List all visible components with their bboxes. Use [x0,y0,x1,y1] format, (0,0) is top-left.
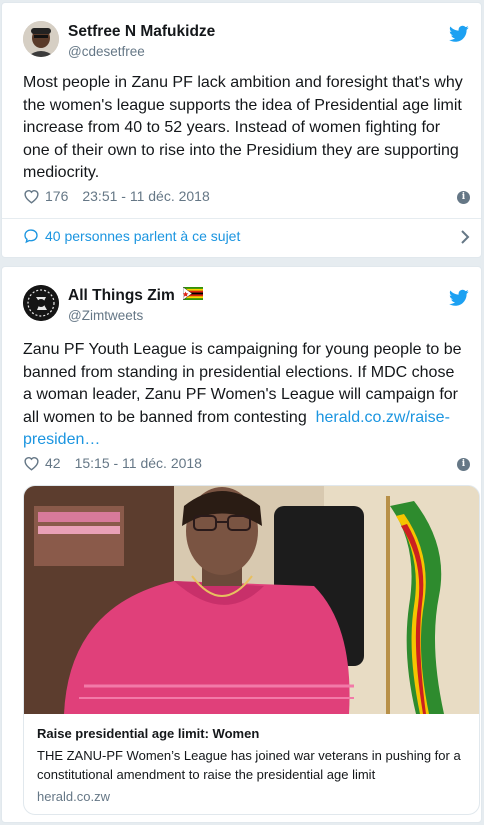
twitter-bird-icon[interactable] [449,25,469,43]
author-name-text[interactable]: All Things Zim [68,287,175,304]
tweet-text: Zanu PF Youth League is campaigning for … [23,339,467,452]
heart-icon[interactable] [23,455,40,471]
like-count[interactable]: 42 [45,455,61,471]
author-handle[interactable]: @Zimtweets [68,308,143,323]
timestamp[interactable]: 23:51 - 11 déc. 2018 [82,188,209,204]
tweet-card-2[interactable]: All Things Zim @Zimtweets Zanu PF Youth … [1,266,482,823]
avatar[interactable] [23,285,59,321]
info-icon[interactable]: i [457,191,470,204]
card-description: THE ZANU-PF Women’s League has joined wa… [37,748,461,782]
chevron-right-icon[interactable] [459,229,471,245]
card-image[interactable] [24,486,480,714]
avatar[interactable] [23,21,59,57]
card-domain[interactable]: herald.co.zw [37,789,110,804]
info-icon[interactable]: i [457,458,470,471]
conversation-link[interactable]: 40 personnes parlent à ce sujet [23,228,240,244]
link-preview-card[interactable]: Raise presidential age limit: Women THE … [23,485,480,815]
chat-bubble-icon [24,229,38,244]
author-name[interactable]: All Things Zim [68,287,204,305]
author-handle[interactable]: @cdesetfree [68,44,145,59]
card-title[interactable]: Raise presidential age limit: Women [37,726,259,741]
heart-icon[interactable] [23,188,40,204]
author-name[interactable]: Setfree N Mafukidze [68,23,215,41]
tweet-meta: 42 15:15 - 11 déc. 2018 [23,455,202,471]
zimbabwe-flag-icon [183,287,204,301]
divider [2,218,481,219]
like-count[interactable]: 176 [45,188,68,204]
tweet-text: Most people in Zanu PF lack ambition and… [23,74,463,181]
tweet-meta: 176 23:51 - 11 déc. 2018 [23,188,210,204]
twitter-bird-icon[interactable] [449,289,469,307]
conversation-label[interactable]: 40 personnes parlent à ce sujet [45,228,240,244]
tweet-card-1[interactable]: Setfree N Mafukidze @cdesetfree Most peo… [1,2,482,258]
timestamp[interactable]: 15:15 - 11 déc. 2018 [75,455,202,471]
